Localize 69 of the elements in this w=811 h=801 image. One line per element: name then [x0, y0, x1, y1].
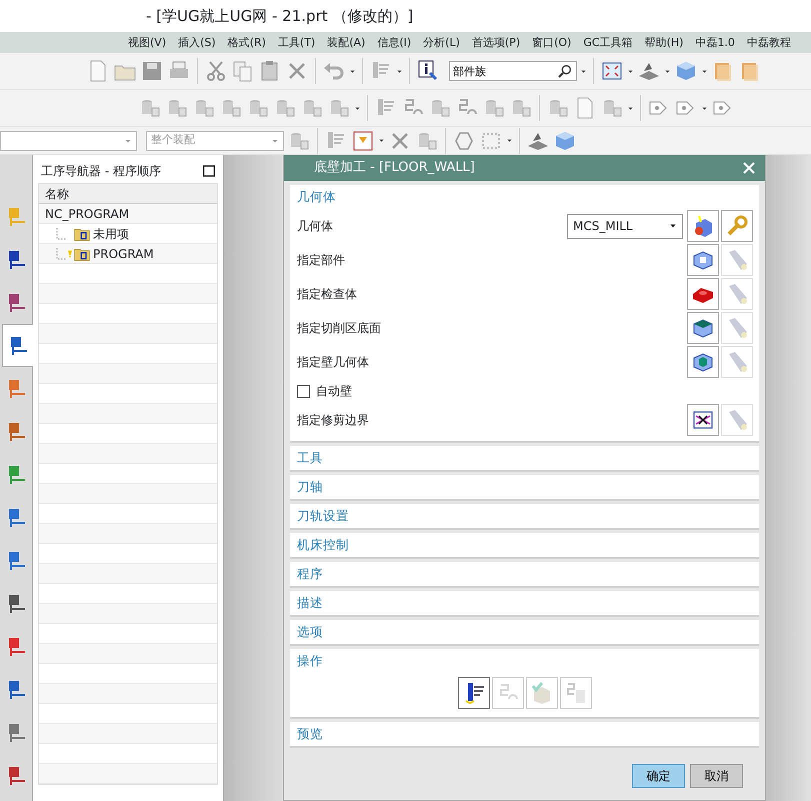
- scissors-icon: [204, 59, 228, 83]
- ok-button[interactable]: 确定: [632, 764, 685, 788]
- field-label: 指定部件: [297, 252, 346, 269]
- field-label: 指定壁几何体: [297, 354, 370, 371]
- caret-icon[interactable]: [664, 68, 671, 74]
- dropdown-arrow-icon: [669, 223, 677, 229]
- window-title: - [学UG就上UG网 - 21.prt （修改的）]: [145, 6, 414, 27]
- checkbox-label: 自动壁: [316, 383, 352, 400]
- dialog-title: 底壁加工 - [FLOOR_WALL]: [314, 159, 475, 178]
- section-header[interactable]: 程序: [290, 562, 759, 586]
- checkbox[interactable]: [297, 384, 310, 398]
- search-icon: [557, 63, 573, 79]
- filter-icon: [351, 128, 375, 152]
- dropdown-arrow-icon: [271, 138, 279, 144]
- field-label: 几何体: [297, 218, 334, 235]
- field-label: 指定修剪边界: [297, 412, 370, 429]
- caret-icon[interactable]: [378, 138, 385, 143]
- caret-icon[interactable]: [396, 68, 403, 74]
- section-header[interactable]: 选项: [290, 620, 759, 644]
- geometry-dropdown[interactable]: MCS_MILL: [567, 214, 683, 238]
- menu-item[interactable]: 插入(S): [172, 32, 222, 53]
- section-header[interactable]: 刀轨设置: [290, 504, 759, 528]
- caret-icon[interactable]: [580, 68, 587, 74]
- section-header[interactable]: 工具: [290, 446, 759, 470]
- create-geometry-button[interactable]: [687, 210, 719, 242]
- action-button[interactable]: [458, 677, 490, 709]
- field-label: 指定检查体: [297, 286, 358, 303]
- tree-line-icon: [56, 248, 66, 260]
- section-header[interactable]: 刀轴: [290, 475, 759, 499]
- select-geometry-button[interactable]: [687, 244, 719, 276]
- menu-item[interactable]: 帮助(H): [638, 32, 690, 53]
- menu-item[interactable]: 中磊1.0: [689, 32, 741, 53]
- field-label: 指定切削区底面: [297, 320, 382, 337]
- save-icon: [140, 59, 164, 83]
- cube-icon: [674, 59, 698, 83]
- column-header[interactable]: 名称: [39, 184, 217, 204]
- dropdown-arrow-icon: [124, 138, 132, 144]
- section-header[interactable]: 预览: [290, 722, 759, 746]
- section-header[interactable]: 描述: [290, 591, 759, 615]
- menu-item[interactable]: 格式(R): [222, 32, 272, 53]
- menu-item[interactable]: 窗口(O): [526, 32, 578, 53]
- menu-item[interactable]: 中磊教程: [740, 32, 797, 53]
- menu-item[interactable]: 信息(I): [371, 32, 418, 53]
- select-geometry-button[interactable]: [687, 312, 719, 344]
- cancel-button[interactable]: 取消: [690, 764, 743, 788]
- maximize-icon[interactable]: [203, 165, 215, 177]
- search-field[interactable]: 部件族: [449, 61, 577, 81]
- tree-line-icon: [56, 228, 66, 240]
- caret-icon[interactable]: [349, 68, 356, 74]
- caret-icon[interactable]: [627, 68, 634, 74]
- menu-item[interactable]: 工具(T): [272, 32, 322, 53]
- menu-item[interactable]: 首选项(P): [466, 32, 526, 53]
- select-geometry-button[interactable]: [687, 346, 719, 378]
- caret-icon[interactable]: [354, 106, 361, 110]
- tree-item[interactable]: 未用项: [93, 224, 129, 242]
- caret-icon[interactable]: [627, 106, 634, 110]
- caret-icon[interactable]: [506, 138, 513, 143]
- menu-item[interactable]: 视图(V): [122, 32, 172, 53]
- panel-title: 工序导航器 - 程序顺序: [41, 163, 161, 180]
- section-header[interactable]: 几何体: [290, 185, 759, 209]
- section-header[interactable]: 机床控制: [290, 533, 759, 557]
- close-icon[interactable]: [743, 162, 755, 174]
- side-tab[interactable]: [2, 324, 34, 367]
- caret-icon[interactable]: [701, 68, 708, 74]
- menu-item[interactable]: GC工具箱: [577, 32, 639, 53]
- menu-item[interactable]: 装配(A): [321, 32, 372, 53]
- caret-icon[interactable]: [701, 106, 708, 110]
- menu-item[interactable]: 分析(L): [417, 32, 466, 53]
- select-geometry-button[interactable]: [687, 404, 719, 436]
